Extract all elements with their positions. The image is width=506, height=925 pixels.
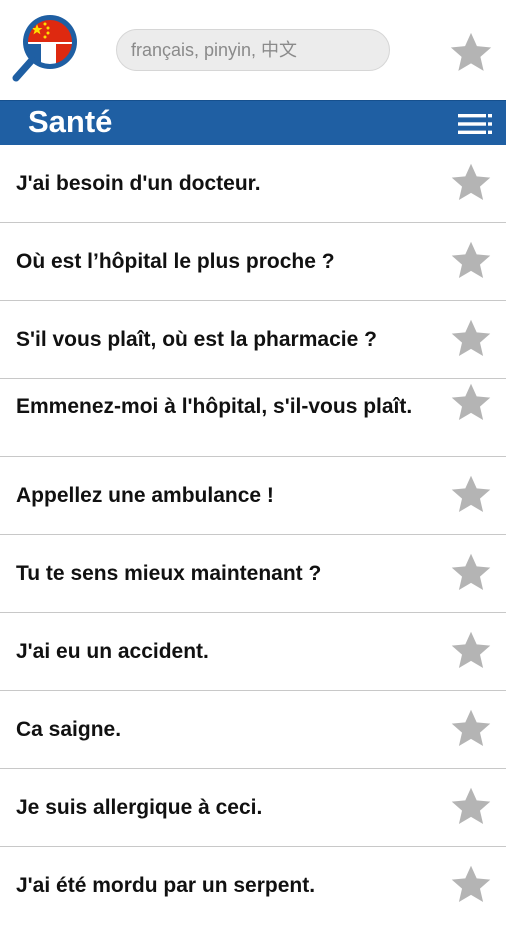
list-item[interactable]: Je suis allergique à ceci. [0,769,506,847]
star-icon[interactable] [449,551,493,595]
phrase-text: Appellez une ambulance ! [16,484,274,507]
top-bar [0,0,506,100]
star-icon[interactable] [449,785,493,829]
phrase-text: J'ai eu un accident. [16,640,209,663]
list-item[interactable]: S'il vous plaît, où est la pharmacie ? [0,301,506,379]
app-logo-icon[interactable] [10,14,80,84]
list-item[interactable]: J'ai besoin d'un docteur. [0,145,506,223]
star-icon[interactable] [449,863,493,907]
category-title: Santé [28,104,113,139]
list-menu-icon[interactable] [458,112,492,136]
favorites-star-icon[interactable] [448,30,494,76]
search-box[interactable] [116,29,390,71]
phrase-text: Je suis allergique à ceci. [16,796,263,819]
phrase-text: S'il vous plaît, où est la pharmacie ? [16,328,377,351]
list-item[interactable]: Appellez une ambulance ! [0,457,506,535]
list-item[interactable]: J'ai eu un accident. [0,613,506,691]
phrase-text: J'ai été mordu par un serpent. [16,874,316,897]
star-icon[interactable] [449,161,493,205]
list-item[interactable]: Où est l’hôpital le plus proche ? [0,223,506,301]
list-item[interactable]: Ca saigne. [0,691,506,769]
star-icon[interactable] [449,239,493,283]
list-item[interactable]: Tu te sens mieux maintenant ? [0,535,506,613]
star-icon[interactable] [449,381,493,425]
phrase-text: Tu te sens mieux maintenant ? [16,562,322,585]
list-item[interactable]: J'ai été mordu par un serpent. [0,847,506,925]
phrase-text: J'ai besoin d'un docteur. [16,172,261,195]
star-icon[interactable] [449,473,493,517]
phrase-text: Emmenez-moi à l'hôpital, s'il-vous plaît… [16,395,413,418]
star-icon[interactable] [449,317,493,361]
list-item[interactable]: Emmenez-moi à l'hôpital, s'il-vous plaît… [0,379,506,457]
star-icon[interactable] [449,707,493,751]
star-icon[interactable] [449,629,493,673]
category-bar: Santé [0,100,506,145]
phrase-text: Ca saigne. [16,718,122,741]
phrase-text: Où est l’hôpital le plus proche ? [16,250,335,273]
search-input[interactable] [117,30,389,70]
